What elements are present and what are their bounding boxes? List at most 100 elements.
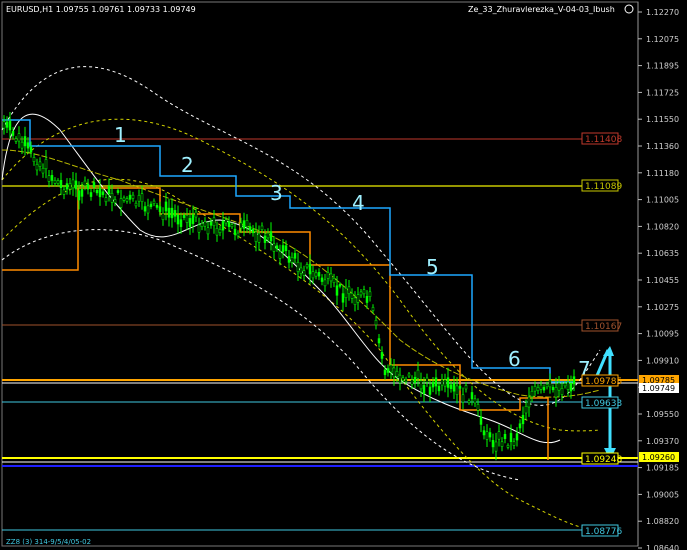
candle-body: [521, 414, 525, 425]
candle-body: [284, 245, 288, 251]
candle-body: [461, 394, 465, 403]
candle-body: [74, 180, 78, 190]
axis-tick-label: 1.12270: [646, 8, 679, 17]
level-label-2: 1.11089: [585, 182, 622, 192]
candle-body: [323, 279, 327, 287]
candle-body: [440, 379, 444, 386]
axis-tick-label: 1.09005: [646, 490, 679, 499]
candle-body: [191, 214, 195, 224]
candle-body: [560, 388, 564, 395]
symbol-info: EURUSD,H1 1.09755 1.09761 1.09733 1.0974…: [6, 5, 196, 14]
candle-body: [464, 385, 468, 390]
candle-body: [512, 441, 516, 446]
candle-body: [422, 385, 426, 394]
candle-body: [128, 194, 132, 200]
candle-body: [392, 367, 396, 378]
candle-body: [380, 352, 384, 359]
candle-body: [137, 195, 141, 202]
candle-body: [500, 441, 504, 447]
candle-body: [329, 273, 333, 282]
candle-body: [488, 432, 492, 438]
candle-body: [62, 189, 66, 195]
candle-body: [254, 231, 258, 242]
axis-tick-label: 1.09910: [646, 356, 679, 365]
candle-body: [227, 221, 231, 228]
candle-body: [413, 376, 417, 383]
candle-body: [296, 261, 300, 272]
candle-body: [437, 385, 441, 392]
candle-body: [65, 183, 69, 190]
candle-body: [371, 307, 375, 311]
candle-body: [401, 377, 405, 381]
candle-body: [233, 228, 237, 235]
candle-body: [503, 433, 507, 439]
candle-body: [545, 384, 549, 388]
price-chart[interactable]: 1 2 3 4 5 6 7 1.11408 1.11089 1.10167 1.…: [0, 0, 687, 550]
candle-body: [365, 296, 369, 303]
candle-body: [188, 218, 192, 227]
candle-body: [473, 398, 477, 404]
candle-body: [332, 278, 336, 283]
candle-body: [53, 179, 57, 184]
axis-tick-label: 1.10820: [646, 222, 679, 231]
candle-body: [341, 293, 345, 303]
candle-body: [236, 232, 240, 237]
candle-body: [452, 383, 456, 392]
candle-body: [398, 374, 402, 383]
candle-body: [11, 131, 15, 136]
candle-body: [497, 431, 501, 440]
candle-body: [272, 243, 276, 252]
candle-body: [536, 387, 540, 391]
candle-body: [290, 257, 294, 263]
candle-body: [431, 381, 435, 388]
candle-body: [542, 387, 546, 391]
candle-body: [458, 386, 462, 389]
axis-tick-label: 1.08640: [646, 544, 679, 550]
candle-body: [383, 369, 387, 376]
candle-body: [530, 390, 534, 398]
axis-tick-label: 1.09185: [646, 464, 679, 473]
candle-body: [104, 197, 108, 203]
candle-body: [515, 433, 519, 441]
candle-body: [338, 284, 342, 287]
candle-body: [182, 214, 186, 218]
candle-body: [176, 214, 180, 225]
candle-body: [173, 210, 177, 217]
candle-body: [260, 225, 264, 230]
candle-body: [326, 272, 330, 279]
candle-body: [476, 404, 480, 411]
candle-body: [485, 431, 489, 440]
candle-body: [527, 396, 531, 408]
candle-body: [374, 320, 378, 326]
candle-body: [200, 223, 204, 228]
axis-tick-label: 1.11005: [646, 196, 679, 205]
candle-body: [164, 201, 168, 212]
indicator-name: Ze_33_Zhuravlerezka_V-04-03_Ibush: [468, 5, 615, 14]
candle-body: [377, 338, 381, 344]
candle-body: [443, 379, 447, 387]
axis-tick-label: 1.10095: [646, 330, 679, 339]
candle-body: [566, 382, 570, 390]
candle-body: [518, 423, 522, 429]
step-label-2: 2: [181, 153, 194, 177]
step-label-6: 6: [508, 347, 521, 371]
candle-body: [359, 291, 363, 296]
candle-body: [389, 364, 393, 373]
candle-body: [425, 377, 429, 383]
candle-body: [95, 189, 99, 194]
axis-tick-label: 1.10635: [646, 249, 679, 258]
candle-body: [386, 368, 390, 373]
candle-body: [494, 441, 498, 452]
candle-body: [32, 157, 36, 162]
candle-body: [539, 384, 543, 390]
candle-body: [119, 198, 123, 208]
candle-body: [551, 386, 555, 391]
candle-body: [509, 432, 513, 442]
candle-body: [245, 220, 249, 227]
candle-body: [5, 121, 9, 128]
candle-body: [167, 207, 171, 218]
candle-body: [89, 192, 93, 197]
candle-body: [14, 138, 18, 142]
candle-body: [44, 159, 48, 170]
candle-body: [20, 141, 24, 149]
